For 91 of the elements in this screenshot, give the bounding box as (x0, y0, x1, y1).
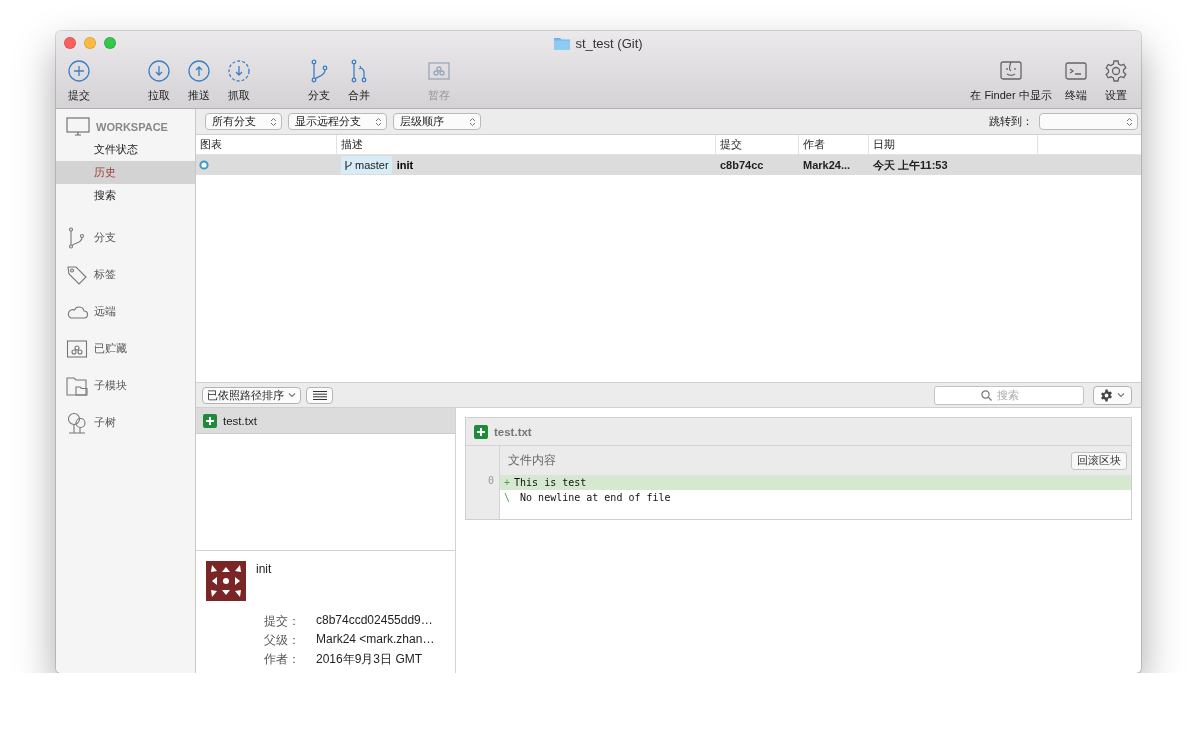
settings-icon (1100, 388, 1113, 402)
list-view-button[interactable] (306, 386, 333, 404)
settings-menu-button[interactable] (1093, 385, 1132, 405)
table-cell-text: 今天 上午11:53 (872, 157, 949, 173)
sidebar-item[interactable]: 搜索 (56, 184, 195, 207)
search-icon (981, 389, 992, 401)
close-button[interactable] (64, 37, 76, 49)
filter-select[interactable]: 层级顺序 (393, 113, 481, 130)
zoom-button[interactable] (104, 37, 116, 49)
toolbar-button[interactable]: 提交 (59, 59, 99, 103)
field-value: c8b74ccd02455dd9… (316, 613, 434, 629)
column-header[interactable]: 提交 (716, 135, 799, 154)
section-label: 远端 (94, 304, 116, 319)
search-field[interactable]: 搜索 (934, 385, 1084, 405)
monitor-icon (66, 117, 90, 137)
added-file-icon (474, 424, 488, 439)
smiley-window-icon (999, 59, 1023, 83)
stash-box-icon (66, 337, 88, 360)
table-cell-text: c8b74cc (719, 158, 765, 173)
toolbar-button[interactable]: 合并 (339, 59, 379, 103)
diff-file-name: test.txt (494, 425, 532, 438)
sidebar-section[interactable]: 子树 (56, 404, 195, 441)
settings-icon (1104, 59, 1128, 83)
sidebar-item[interactable]: 文件状态 (56, 138, 195, 161)
field-label: 父级： (263, 632, 300, 649)
up-arrow-circle-icon (187, 59, 211, 83)
updown-arrows-icon (469, 116, 476, 127)
branch-icon (344, 159, 353, 171)
jump-select[interactable] (1039, 113, 1138, 130)
toolbar-button[interactable]: 分支 (299, 59, 339, 103)
line-number: 0 (486, 475, 495, 488)
minimize-button[interactable] (84, 37, 96, 49)
folder-icon (554, 36, 571, 50)
sidebar-section[interactable]: 远端 (56, 293, 195, 330)
file-name: test.txt (223, 414, 257, 427)
filter-select[interactable]: 显示远程分支 (288, 113, 387, 130)
toolbar-button[interactable]: 拉取 (139, 59, 179, 103)
caret-icon (1117, 392, 1125, 398)
field-label: 提交： (263, 613, 300, 630)
toolbar-button[interactable]: 在 Finder 中显示 (966, 59, 1056, 103)
dashed-circle-icon (227, 59, 251, 83)
sidebar-section[interactable]: 标签 (56, 256, 195, 293)
window-title: st_test (Git) (575, 35, 643, 51)
trees-icon (66, 411, 88, 434)
column-header[interactable]: 作者 (799, 135, 869, 154)
updown-arrows-icon (375, 116, 382, 127)
plus-circle-icon (67, 59, 91, 83)
column-header[interactable]: 描述 (337, 135, 716, 154)
sidebar-section[interactable]: 分支 (56, 219, 195, 256)
sort-select[interactable]: 已依照路径排序 (202, 386, 301, 404)
field-value: Mark24 <mark.zhan… (316, 632, 436, 648)
toolbar-button[interactable]: 推送 (179, 59, 219, 103)
terminal-icon (1064, 59, 1088, 83)
section-label: 子树 (94, 415, 116, 430)
added-file-icon (203, 413, 217, 428)
sidebar-item[interactable]: 历史 (56, 161, 195, 184)
stash-box-icon (427, 59, 451, 83)
commit-message: init (396, 159, 414, 171)
toolbar-button[interactable]: 终端 (1056, 59, 1096, 103)
field-label: 作者： (263, 651, 300, 668)
menu-icon (312, 390, 327, 400)
avatar-icon (206, 561, 246, 601)
filter-select[interactable]: 所有分支 (205, 113, 282, 130)
branch-tag: master (341, 156, 392, 174)
section-label: 分支 (94, 230, 116, 245)
updown-arrows-icon (270, 116, 277, 127)
discard-hunk-button[interactable]: 回滚区块 (1071, 451, 1127, 470)
section-label: 子模块 (94, 378, 127, 393)
sidebar-section[interactable]: 已贮藏 (56, 330, 195, 367)
folders-icon (66, 374, 88, 397)
section-label: 已贮藏 (94, 341, 127, 356)
down-arrow-circle-icon (147, 59, 171, 83)
field-value: 2016年9月3日 GMT (316, 651, 424, 668)
file-row[interactable]: test.txt (196, 408, 455, 434)
column-header[interactable]: 日期 (869, 135, 1038, 154)
updown-arrows-icon (1126, 116, 1133, 127)
commit-node-icon (199, 160, 209, 170)
caret-icon (288, 392, 296, 398)
section-title: WORKSPACE (96, 121, 168, 133)
section-label: 标签 (94, 267, 116, 282)
hunk-title: 文件内容 (508, 452, 556, 469)
commit-message: init (256, 562, 272, 578)
sidebar-section[interactable]: 子模块 (56, 367, 195, 404)
commit-row[interactable]: master init c8b74cc Mark24... 今天 上午11:53 (196, 155, 1141, 175)
toolbar-button[interactable]: 抓取 (219, 59, 259, 103)
tag-icon (66, 263, 88, 286)
table-cell-text: Mark24... (802, 158, 852, 173)
jump-label: 跳转到： (989, 114, 1033, 129)
toolbar-button[interactable]: 设置 (1096, 59, 1136, 103)
diff-line: \ No newline at end of file (503, 491, 672, 505)
column-header[interactable]: 图表 (196, 135, 337, 154)
